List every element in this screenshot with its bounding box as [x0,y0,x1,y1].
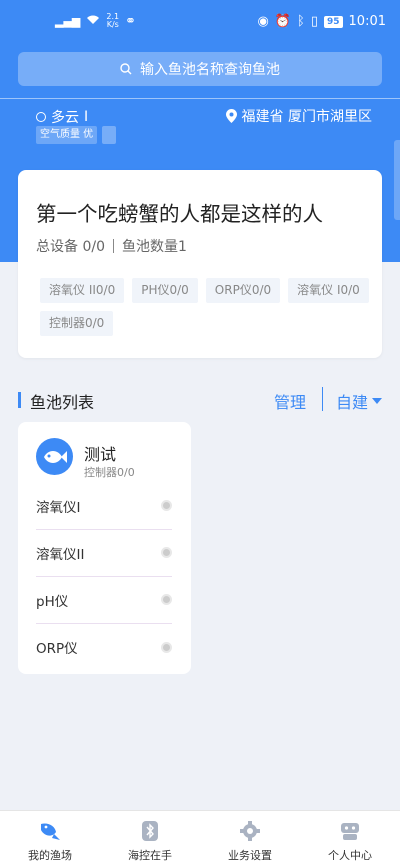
bluetooth-status-icon: ᛒ [297,14,305,29]
net-speed: 2.1 K/s [106,13,119,29]
status-dot-icon [161,500,172,511]
stats-separator [112,239,114,253]
eye-icon: ◉ [257,14,269,29]
alarm-icon: ⏰ [274,14,292,29]
robot-icon [338,819,362,843]
location-text: 福建省 厦门市湖里区 [241,109,372,125]
chip-do2: 溶氧仪 II0/0 [40,278,125,303]
tab-sea-control[interactable]: 海控在手 [100,811,200,867]
device-label: 溶氧仪I [36,499,81,516]
tab-label: 海控在手 [128,849,172,862]
pond-card[interactable]: 测试 控制器0/0 溶氧仪I 溶氧仪II pH仪 ORP仪 [18,422,191,674]
signal-icon: ▂▄▆ [55,14,81,28]
device-row-ph[interactable]: pH仪 [36,576,172,624]
tab-my-farm[interactable]: 我的渔场 [0,811,100,867]
battery-indicator: 95 [324,15,343,28]
chip-ph: PH仪0/0 [132,278,198,303]
wifi-icon [86,14,100,29]
weather-divider: I [84,109,89,125]
gear-icon [238,819,262,843]
bottom-tab-bar: 我的渔场 海控在手 业务设置 个人中心 [0,810,400,867]
device-label: ORP仪 [36,641,78,657]
pond-list-header: 鱼池列表 管理 自建 [18,387,382,413]
location-pin-icon [225,109,237,123]
status-dot-icon [161,594,172,605]
manage-button[interactable]: 管理 [274,389,306,413]
link-icon: ⚭ [125,13,137,29]
device-label: 溶氧仪II [36,546,85,563]
status-dot-icon [161,547,172,558]
pond-name: 测试 [84,445,117,464]
self-build-label: 自建 [335,393,368,412]
device-chips: 溶氧仪 II0/0 PH仪0/0 ORP仪0/0 溶氧仪 I0/0 控制器0/0 [40,278,370,336]
chip-orp: ORP仪0/0 [205,278,281,303]
chip-controller: 控制器0/0 [40,311,114,336]
self-build-dropdown[interactable]: 自建 [336,389,382,413]
tab-label: 我的渔场 [28,849,72,862]
device-row-orp[interactable]: ORP仪 [36,623,172,671]
pond-list-title: 鱼池列表 [30,393,95,412]
fish-icon [38,819,62,843]
search-placeholder: 输入鱼池名称查询鱼池 [140,62,280,78]
cloud-icon [36,112,46,122]
section-accent-bar [18,392,21,408]
search-icon [120,63,132,75]
location[interactable]: 福建省 厦门市湖里区 [225,106,372,126]
air-quality: 空气质量 优 [36,126,117,144]
scroll-indicator [394,140,400,220]
header-divider [0,98,400,99]
header-separator [322,387,323,411]
clock: 10:01 [348,14,386,29]
status-left: ▂▄▆ 2.1 K/s ⚭ [55,13,136,29]
pond-controller: 控制器0/0 [84,466,135,479]
total-devices: 总设备 0/0 [36,239,105,255]
caret-down-icon [372,398,382,404]
status-right: ◉ ⏰ ᛒ ▯ 95 10:01 [258,14,387,29]
status-dot-icon [161,641,172,653]
device-row-do2[interactable]: 溶氧仪II [36,529,172,577]
vibrate-icon: ▯ [310,14,318,29]
weather: 多云 I [36,107,88,127]
net-speed-unit: K/s [106,20,119,29]
bluetooth-icon [138,819,162,843]
farm-summary-card[interactable]: 第一个吃螃蟹的人都是这样的人 总设备 0/0 鱼池数量1 溶氧仪 II0/0 P… [18,170,382,358]
air-quality-badge: 空气质量 优 [36,126,98,144]
farm-stats: 总设备 0/0 鱼池数量1 [36,236,187,256]
device-row-do1[interactable]: 溶氧仪I [36,482,172,530]
search-input[interactable]: 输入鱼池名称查询鱼池 [18,52,382,86]
tab-business-settings[interactable]: 业务设置 [200,811,300,867]
tab-label: 业务设置 [228,849,272,862]
status-bar: ▂▄▆ 2.1 K/s ⚭ ◉ ⏰ ᛒ ▯ 95 10:01 [0,0,400,44]
farm-title: 第一个吃螃蟹的人都是这样的人 [36,202,323,226]
weather-condition: 多云 [51,110,79,126]
air-quality-extra [102,126,117,144]
fish-icon [36,438,73,475]
device-label: pH仪 [36,593,69,610]
tab-personal-center[interactable]: 个人中心 [300,811,400,867]
tab-label: 个人中心 [328,849,372,862]
chip-do1: 溶氧仪 I0/0 [288,278,369,303]
pond-count: 鱼池数量1 [121,239,187,255]
